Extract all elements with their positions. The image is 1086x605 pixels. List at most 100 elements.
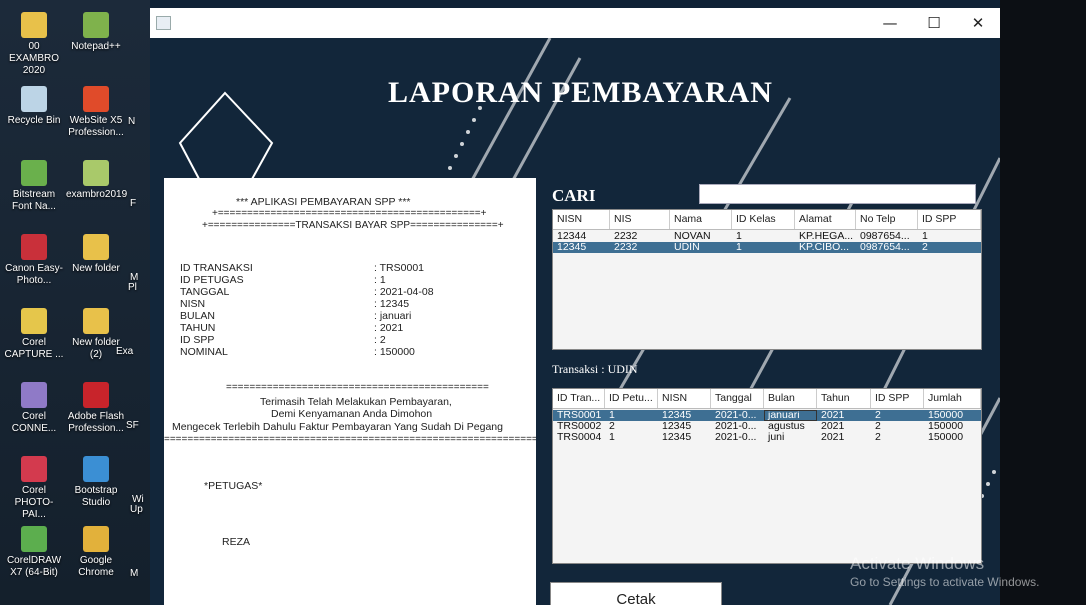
desktop-shortcut-label-partial: M [130, 568, 139, 579]
table-cell: 12345 [662, 421, 692, 432]
watermark-line: Go to Settings to activate Windows. [850, 575, 1040, 589]
activation-watermark: Activate Windows Go to Settings to activ… [850, 555, 1039, 591]
table-cell: 0987654... [860, 242, 910, 253]
desktop-shortcut[interactable]: New folder [66, 234, 126, 275]
table-cell: 12345 [557, 242, 587, 253]
table-cell: 2232 [614, 242, 638, 253]
search-label: CARI [552, 186, 596, 205]
column-header[interactable]: ID SPP [918, 210, 981, 229]
column-header[interactable]: Tanggal [711, 389, 764, 408]
websitex5-icon [83, 86, 109, 112]
column-header[interactable]: ID SPP [871, 389, 924, 408]
column-header[interactable]: Jumlah [924, 389, 981, 408]
receipt-rule: ========================================… [164, 434, 536, 445]
desktop-shortcut-label: Notepad++ [71, 41, 121, 52]
receipt-field-label: NOMINAL [180, 346, 228, 358]
close-button[interactable]: ✕ [956, 8, 1000, 38]
corel-capture-icon [21, 308, 47, 334]
student-table[interactable]: NISN NIS Nama ID Kelas Alamat No Telp ID… [552, 209, 982, 350]
app-window: — ☐ ✕ LAPORAN PEMBAYARAN *** APLIKASI PE… [150, 8, 1000, 605]
column-header[interactable]: No Telp [856, 210, 918, 229]
receipt-rule-title: +===============TRANSAKSI BAYAR SPP=====… [202, 220, 504, 231]
table-cell: 2021-0... [715, 410, 757, 421]
receipt-thanks-line: Mengecek Terlebih Dahulu Faktur Pembayar… [172, 421, 503, 433]
print-button[interactable]: Cetak [550, 582, 722, 605]
desktop-shortcut[interactable]: WebSite X5 Profession... [66, 86, 126, 139]
desktop-shortcut-label: exambro2019 [66, 189, 128, 200]
table-row[interactable]: TRS0004 1 12345 2021-0... juni 2021 2 15… [553, 432, 981, 443]
desktop-shortcut[interactable]: Google Chrome [66, 526, 126, 579]
column-header[interactable]: ID Kelas [732, 210, 795, 229]
column-header[interactable]: Alamat [795, 210, 856, 229]
adobe-flash-icon [83, 382, 109, 408]
receipt-field-label: ID TRANSAKSI [180, 262, 253, 274]
table-cell: 2 [875, 410, 881, 421]
transaction-table[interactable]: ID Tran... ID Petu... NISN Tanggal Bulan… [552, 388, 982, 564]
desktop-shortcut[interactable]: Corel CONNE... [4, 382, 64, 435]
table-row-selected[interactable]: TRS0001 1 12345 2021-0... januari 2021 2… [553, 410, 981, 421]
folder-icon [83, 308, 109, 334]
receipt-text-area[interactable]: *** APLIKASI PEMBAYARAN SPP *** +=======… [164, 178, 536, 605]
table-cell: 2 [922, 242, 928, 253]
desktop-shortcut[interactable]: Recycle Bin [4, 86, 64, 127]
desktop-shortcut[interactable]: Bitstream Font Na... [4, 160, 64, 213]
desktop-shortcut-label-partial: Up [130, 504, 143, 515]
table-cell: 2021 [821, 410, 845, 421]
table-cell: 2 [875, 421, 881, 432]
desktop-shortcut-label-partial: N [128, 116, 136, 127]
table-row[interactable]: TRS0002 2 12345 2021-0... agustus 2021 2… [553, 421, 981, 432]
minimize-button[interactable]: — [868, 8, 912, 38]
title-bar: — ☐ ✕ [150, 8, 1000, 38]
desktop-shortcut-label: Google Chrome [78, 555, 114, 578]
column-header[interactable]: NISN [658, 389, 711, 408]
desktop-shortcut[interactable]: Corel PHOTO-PAI... [4, 456, 64, 521]
table-row-selected[interactable]: 12345 2232 UDIN 1 KP.CIBO... 0987654... … [553, 242, 981, 253]
desktop-shortcut[interactable]: exambro2019 [66, 160, 128, 201]
search-input[interactable] [699, 184, 976, 204]
desktop-shortcut[interactable]: Corel CAPTURE ... [4, 308, 64, 361]
column-header[interactable]: Tahun [817, 389, 871, 408]
desktop-shortcut[interactable]: Adobe Flash Profession... [66, 382, 126, 435]
column-header[interactable]: NIS [610, 210, 670, 229]
table-row[interactable]: 12344 2232 NOVAN 1 KP.HEGA... 0987654...… [553, 231, 981, 242]
desktop-shortcut-label-partial: Exa [116, 346, 134, 357]
folder-icon [83, 160, 109, 186]
table-cell: 150000 [928, 421, 964, 432]
desktop-shortcut[interactable]: Canon Easy-Photo... [4, 234, 64, 287]
table-cell: 2021-0... [715, 432, 757, 443]
recycle-bin-icon [21, 86, 47, 112]
table-cell: 2021-0... [715, 421, 757, 432]
receipt-field-value: : TRS0001 [374, 262, 425, 274]
table-cell: 1 [922, 231, 928, 242]
receipt-rule: +=======================================… [212, 208, 487, 219]
desktop-shortcut[interactable]: CorelDRAW X7 (64-Bit) [4, 526, 64, 579]
desktop-shortcut[interactable]: Bootstrap Studio [66, 456, 126, 509]
column-header[interactable]: NISN [553, 210, 610, 229]
column-header[interactable]: ID Tran... [553, 389, 605, 408]
desktop-shortcut-label: New folder [72, 263, 120, 274]
table-cell: 1 [736, 242, 742, 253]
folder-icon [83, 234, 109, 260]
receipt-thanks-line: Terimasih Telah Melakukan Pembayaran, [260, 396, 452, 408]
receipt-thanks-line: Demi Kenyamanan Anda Dimohon [271, 408, 433, 420]
column-header[interactable]: Bulan [764, 389, 817, 408]
maximize-button[interactable]: ☐ [912, 8, 956, 38]
receipt-field-value: : 2021 [374, 322, 404, 334]
table-cell: 150000 [928, 410, 964, 421]
receipt-field-value: : 2021-04-08 [374, 286, 434, 298]
desktop-shortcut-label: Canon Easy-Photo... [5, 263, 63, 286]
table-cell: KP.CIBO... [799, 242, 849, 253]
table-cell: TRS0004 [557, 432, 602, 443]
transaction-label: Transaksi : UDIN [552, 362, 638, 376]
table-cell-focused: januari [764, 410, 817, 421]
desktop-shortcut-label: Adobe Flash Profession... [67, 411, 125, 434]
desktop-shortcut-label: Corel CONNE... [11, 411, 57, 434]
receipt-field-value: : 12345 [374, 298, 410, 310]
column-header[interactable]: Nama [670, 210, 732, 229]
table-cell: 12345 [662, 432, 692, 443]
desktop-shortcut[interactable]: 00 EXAMBRO 2020 [4, 12, 64, 77]
desktop-shortcut[interactable]: Notepad++ [66, 12, 126, 53]
table-cell: 0987654... [860, 231, 910, 242]
column-header[interactable]: ID Petu... [605, 389, 658, 408]
receipt-field-label: TAHUN [180, 322, 216, 334]
